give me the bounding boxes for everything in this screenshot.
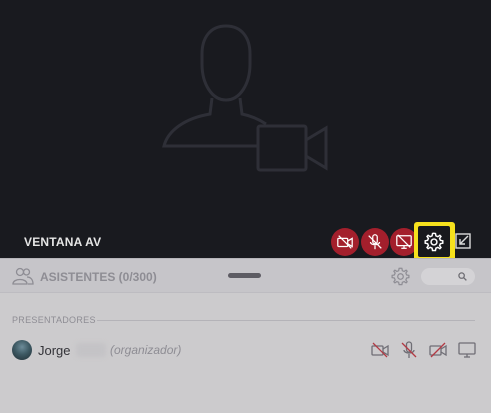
redacted-surname [76,343,106,357]
attendees-settings-gear-icon[interactable] [390,266,411,287]
av-window: VENTANA AV [0,0,491,261]
section-divider [97,320,475,321]
attendee-role: (organizador) [110,343,182,357]
camera-toggle-button[interactable] [331,228,359,256]
screen-icon [458,342,476,358]
search-icon [458,272,467,281]
attendee-name: Jorge [38,343,71,358]
microphone-toggle-button[interactable] [361,228,389,256]
attendee-row[interactable]: Jorge (organizador) [0,338,491,362]
attendees-header: ASISTENTES (0/300) [0,258,491,293]
av-settings-button[interactable] [418,226,450,257]
section-label-presenters: PRESENTADORES [12,315,96,325]
popout-icon[interactable] [453,231,473,251]
screen-share-off-icon [396,234,412,249]
camera-off-icon [337,235,353,249]
microphone-off-icon [401,341,417,358]
user-video-placeholder-icon [162,24,328,172]
attendees-icon [12,267,34,285]
avatar [12,340,32,360]
attendees-search-input[interactable] [421,268,475,285]
attendees-label: ASISTENTES (0/300) [40,270,157,284]
panel-resize-handle[interactable] [228,273,261,278]
microphone-off-icon [368,234,382,250]
av-window-title: VENTANA AV [24,235,102,249]
attendees-list: PRESENTADORES Jorge (organizador) [0,293,491,413]
gear-icon [424,232,444,251]
camera-off-icon [371,342,389,358]
video-off-icon [429,342,447,358]
